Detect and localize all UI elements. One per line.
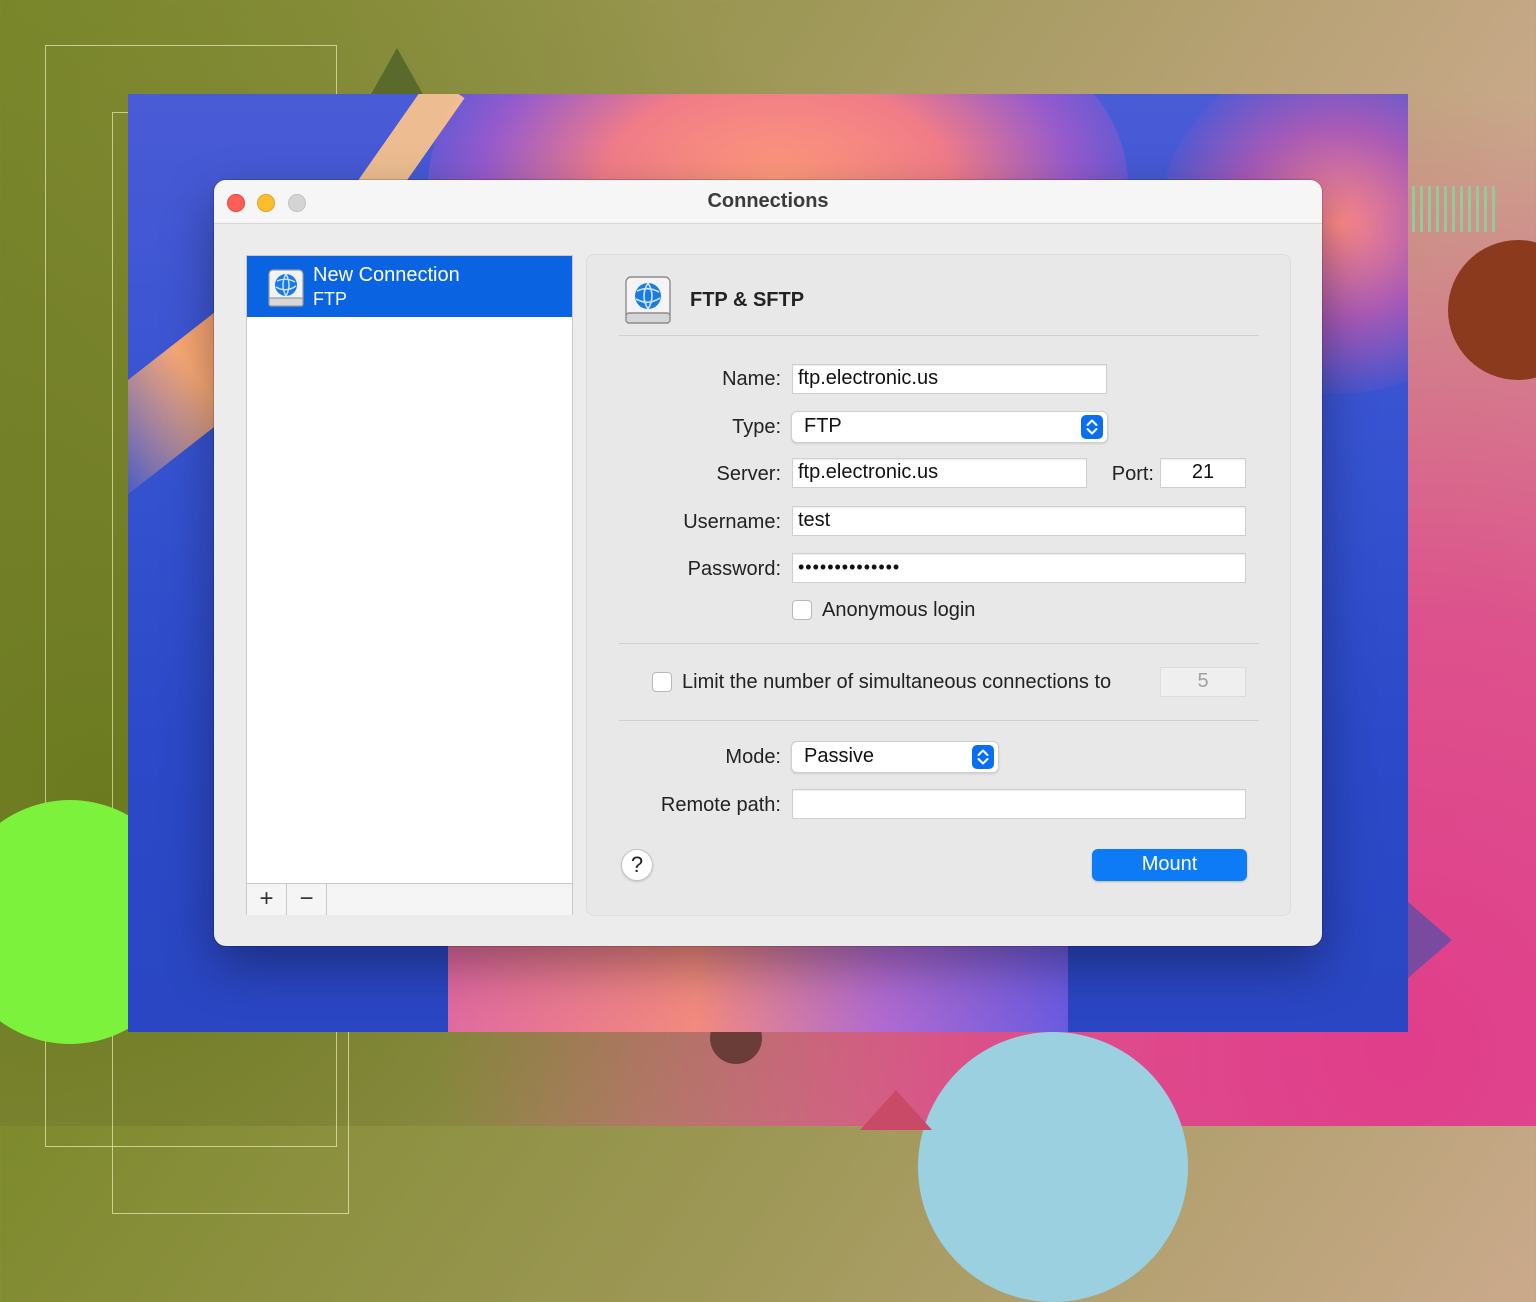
mode-value: Passive <box>804 745 875 767</box>
decorative-pink-triangle <box>860 1090 932 1130</box>
mode-select[interactable]: Passive <box>791 741 999 773</box>
network-drive-icon <box>266 268 306 313</box>
port-label: Port: <box>1111 463 1154 485</box>
window-title: Connections <box>707 190 829 212</box>
connections-window: Connections New Connection FTP + − FTP &… <box>214 180 1322 946</box>
decorative-stripes <box>1412 186 1498 232</box>
connection-type: FTP <box>313 289 347 309</box>
limit-connections-label[interactable]: Limit the number of simultaneous connect… <box>682 671 1111 694</box>
decorative-blue-circle <box>918 1032 1188 1302</box>
name-field[interactable]: ftp.electronic.us <box>792 364 1107 394</box>
connection-details-panel: FTP & SFTP Name: ftp.electronic.us Type:… <box>586 254 1291 916</box>
chevron-up-down-icon <box>1081 415 1103 439</box>
server-field[interactable]: ftp.electronic.us <box>792 458 1087 488</box>
username-label: Username: <box>683 511 781 533</box>
remote-path-label: Remote path: <box>660 794 781 816</box>
protocol-title: FTP & SFTP <box>690 289 805 311</box>
type-label: Type: <box>732 416 781 438</box>
divider <box>619 643 1259 644</box>
chevron-up-down-icon <box>972 745 994 769</box>
password-label: Password: <box>687 558 781 580</box>
network-drive-icon <box>623 275 673 332</box>
anonymous-login-label[interactable]: Anonymous login <box>822 599 975 622</box>
connection-list-item[interactable]: New Connection FTP <box>247 256 572 317</box>
limit-connections-checkbox[interactable] <box>652 672 672 692</box>
mode-label: Mode: <box>725 746 781 768</box>
divider <box>619 720 1259 721</box>
remote-path-field[interactable] <box>792 789 1246 819</box>
connections-list: New Connection FTP + − <box>246 255 573 915</box>
mount-button[interactable]: Mount <box>1092 849 1247 881</box>
help-button[interactable]: ? <box>621 849 653 881</box>
type-value: FTP <box>804 415 842 437</box>
add-connection-button[interactable]: + <box>247 884 287 915</box>
connection-name: New Connection <box>313 264 460 286</box>
server-label: Server: <box>716 463 781 485</box>
type-select[interactable]: FTP <box>791 411 1108 443</box>
anonymous-login-checkbox[interactable] <box>792 600 812 620</box>
title-bar[interactable]: Connections <box>214 180 1322 224</box>
remove-connection-button[interactable]: − <box>287 884 327 915</box>
username-field[interactable]: test <box>792 506 1246 536</box>
list-toolbar: + − <box>247 883 572 915</box>
divider <box>619 335 1259 336</box>
connection-limit-field[interactable]: 5 <box>1160 667 1246 697</box>
password-field[interactable]: •••••••••••••• <box>792 553 1246 583</box>
port-field[interactable]: 21 <box>1160 458 1246 488</box>
name-label: Name: <box>722 368 781 390</box>
